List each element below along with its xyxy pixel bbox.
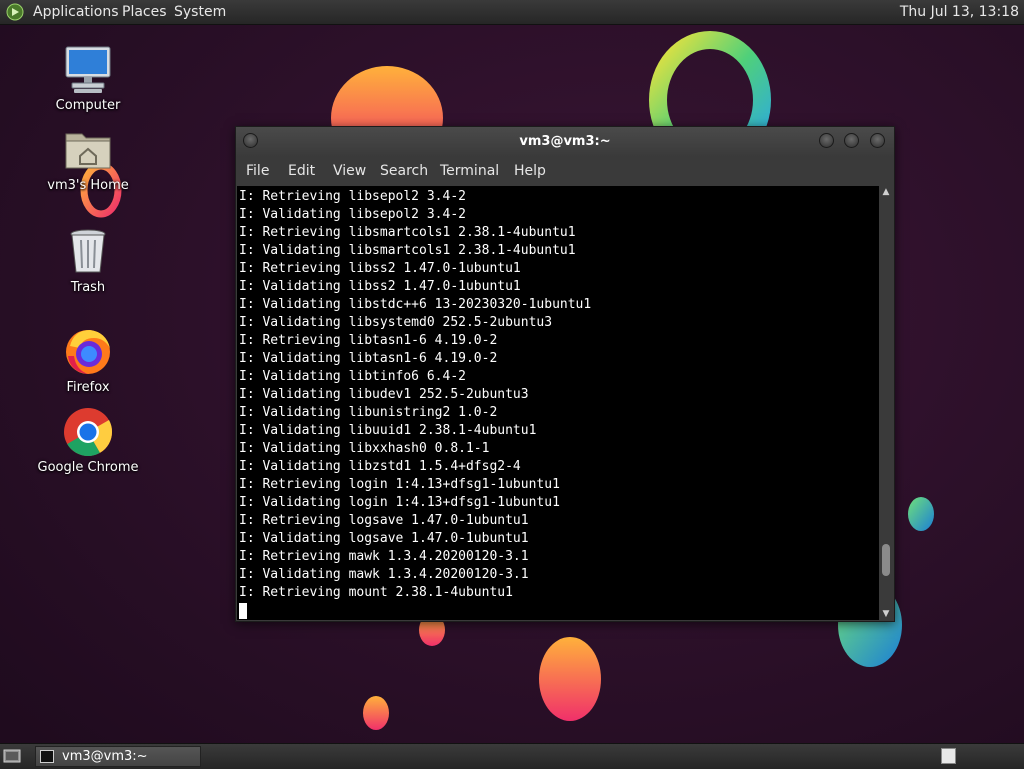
show-desktop-icon[interactable] [3, 748, 21, 764]
terminal-line: I: Validating libsmartcols1 2.38.1-4ubun… [239, 243, 576, 258]
terminal-line: I: Validating libsystemd0 252.5-2ubuntu3 [239, 315, 553, 330]
places-menu[interactable]: Places [122, 3, 167, 21]
terminal-output[interactable]: I: Retrieving libsepol2 3.4-2 I: Validat… [237, 186, 879, 620]
desktop-icon-label: Firefox [66, 380, 110, 395]
scroll-track[interactable] [882, 200, 890, 606]
terminal-line: I: Retrieving login 1:4.13+dfsg1-1ubuntu… [239, 477, 560, 492]
help-menu[interactable]: Help [514, 163, 546, 179]
window-title: vm3@vm3:~ [519, 134, 611, 149]
terminal-line: I: Validating libstdc++6 13-20230320-1ub… [239, 297, 592, 312]
minimize-button[interactable] [819, 133, 834, 148]
maximize-button[interactable] [844, 133, 859, 148]
terminal-line: I: Retrieving logsave 1.47.0-1ubuntu1 [239, 513, 529, 528]
terminal-line: I: Retrieving libsepol2 3.4-2 [239, 189, 466, 204]
terminal-line: I: Validating mawk 1.3.4.20200120-3.1 [239, 567, 529, 582]
clock[interactable]: Thu Jul 13, 13:18 [900, 3, 1019, 21]
terminal-line: I: Validating login 1:4.13+dfsg1-1ubuntu… [239, 495, 560, 510]
terminal-line: I: Retrieving mount 2.38.1-4ubuntu1 [239, 585, 513, 600]
desktop-icon-label: vm3's Home [47, 178, 129, 193]
terminal-line: I: Retrieving libss2 1.47.0-1ubuntu1 [239, 261, 521, 276]
scroll-up-arrow-icon[interactable]: ▲ [879, 186, 893, 198]
file-menu[interactable]: File [246, 163, 269, 179]
terminal-window[interactable]: vm3@vm3:~ File Edit View Search Terminal… [235, 126, 895, 622]
terminal-line: I: Validating libss2 1.47.0-1ubuntu1 [239, 279, 521, 294]
terminal-icon [40, 750, 54, 763]
close-button[interactable] [870, 133, 885, 148]
computer-icon [65, 46, 111, 93]
trash-icon [70, 229, 106, 273]
desktop-icon-computer[interactable]: Computer [33, 44, 143, 113]
vertical-scrollbar[interactable]: ▲ ▼ [879, 186, 893, 620]
top-panel: Applications Places System Thu Jul 13, 1… [0, 0, 1024, 25]
desktop-icon-home[interactable]: vm3's Home [33, 124, 143, 193]
terminal-line: I: Retrieving libtasn1-6 4.19.0-2 [239, 333, 498, 348]
workspace-switcher[interactable] [941, 748, 956, 764]
desktop-icon-firefox[interactable]: Firefox [33, 326, 143, 395]
scroll-thumb[interactable] [882, 543, 890, 577]
taskbar-button-terminal[interactable]: vm3@vm3:~ [35, 746, 201, 767]
bottom-panel: vm3@vm3:~ [0, 743, 1024, 769]
terminal-line: I: Validating libzstd1 1.5.4+dfsg2-4 [239, 459, 521, 474]
terminal-line: I: Retrieving libsmartcols1 2.38.1-4ubun… [239, 225, 576, 240]
desktop-icon-label: Computer [55, 98, 121, 113]
home-folder-icon [65, 133, 111, 169]
search-menu[interactable]: Search [380, 163, 428, 179]
terminal-menubar: File Edit View Search Terminal Help [236, 157, 894, 185]
terminal-line: I: Validating logsave 1.47.0-1ubuntu1 [239, 531, 529, 546]
distro-logo-icon[interactable] [6, 3, 24, 21]
terminal-line: I: Validating libxxhash0 0.8.1-1 [239, 441, 490, 456]
desktop-icon-chrome[interactable]: Google Chrome [33, 406, 143, 475]
system-menu[interactable]: System [174, 3, 226, 21]
terminal-line: I: Validating libuuid1 2.38.1-4ubuntu1 [239, 423, 537, 438]
terminal-line: I: Validating libtinfo6 6.4-2 [239, 369, 466, 384]
terminal-line: I: Validating libsepol2 3.4-2 [239, 207, 466, 222]
desktop-icon-trash[interactable]: Trash [33, 226, 143, 295]
edit-menu[interactable]: Edit [288, 163, 315, 179]
applications-menu[interactable]: Applications [33, 3, 119, 21]
chrome-icon [64, 408, 113, 457]
text-cursor [239, 603, 247, 619]
terminal-line: I: Retrieving mawk 1.3.4.20200120-3.1 [239, 549, 529, 564]
desktop-icon-label: Trash [70, 280, 106, 295]
terminal-line: I: Validating libtasn1-6 4.19.0-2 [239, 351, 498, 366]
firefox-icon [66, 330, 110, 374]
taskbar-button-label: vm3@vm3:~ [62, 749, 148, 764]
terminal-menu[interactable]: Terminal [440, 163, 499, 179]
terminal-line: I: Validating libudev1 252.5-2ubuntu3 [239, 387, 529, 402]
window-titlebar[interactable]: vm3@vm3:~ [236, 127, 894, 157]
terminal-lines: I: Retrieving libsepol2 3.4-2 I: Validat… [239, 188, 591, 620]
view-menu[interactable]: View [333, 163, 366, 179]
prompt-line[interactable] [239, 602, 591, 620]
desktop-icon-label: Google Chrome [37, 460, 139, 475]
terminal-line: I: Validating libunistring2 1.0-2 [239, 405, 498, 420]
scroll-down-arrow-icon[interactable]: ▼ [879, 608, 893, 620]
